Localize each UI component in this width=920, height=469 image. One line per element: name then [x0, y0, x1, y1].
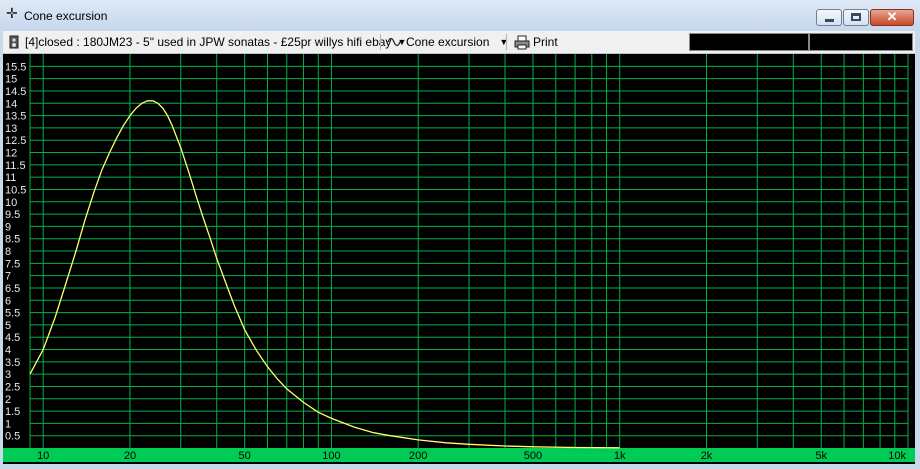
- x-tick-label: 500: [524, 450, 542, 462]
- toolbar-divider: [380, 34, 381, 50]
- window-controls: ✕: [815, 9, 914, 26]
- maximize-button[interactable]: [843, 9, 869, 26]
- view-label: Cone excursion: [406, 35, 490, 49]
- y-tick-label: 11: [5, 172, 16, 184]
- x-tick-label: 50: [239, 450, 251, 462]
- y-tick-label: 3.5: [5, 357, 20, 369]
- y-tick-label: 13: [5, 123, 17, 135]
- toolbar-divider: [506, 34, 507, 50]
- x-tick-label: 20: [124, 450, 136, 462]
- y-tick-label: 15: [5, 74, 17, 86]
- x-tick-label: 100: [322, 450, 340, 462]
- project-dropdown[interactable]: [4]closed : 180JM23 - 5" used in JPW son…: [9, 31, 406, 53]
- title-bar: ✛ Cone excursion ✕: [0, 0, 920, 30]
- y-tick-label: 4: [5, 345, 11, 357]
- window-title: Cone excursion: [24, 9, 108, 23]
- maximize-icon: [851, 13, 861, 21]
- y-tick-label: 12.5: [5, 135, 26, 147]
- close-icon: ✕: [886, 9, 898, 24]
- y-tick-label: 1.5: [5, 406, 20, 418]
- minimize-icon: [825, 19, 834, 22]
- y-tick-label: 5: [5, 320, 11, 332]
- y-tick-label: 14: [5, 98, 17, 110]
- y-tick-label: 4.5: [5, 332, 20, 344]
- x-tick-label: 10k: [888, 450, 906, 462]
- view-dropdown[interactable]: Cone excursion ▼: [387, 31, 508, 53]
- x-tick-label: 1k: [614, 450, 626, 462]
- waveform-icon: [387, 37, 402, 47]
- y-tick-label: 7.5: [5, 258, 20, 270]
- y-tick-label: 9.5: [5, 209, 20, 221]
- x-tick-label: 200: [409, 450, 427, 462]
- y-tick-label: 10.5: [5, 184, 26, 196]
- y-tick-label: 6: [5, 295, 11, 307]
- crosshair-icon: ✛: [6, 5, 18, 21]
- cone-excursion-chart: 0.511.522.533.544.555.566.577.588.599.51…: [3, 54, 915, 462]
- readout-box-right: [809, 33, 913, 51]
- y-tick-label: 13.5: [5, 111, 26, 123]
- print-button[interactable]: Print: [514, 31, 558, 53]
- y-tick-label: 8: [5, 246, 11, 258]
- toolbar: [4]closed : 180JM23 - 5" used in JPW son…: [3, 31, 915, 54]
- y-tick-label: 15.5: [5, 61, 26, 73]
- y-tick-label: 5.5: [5, 308, 20, 320]
- y-tick-label: 10: [5, 197, 17, 209]
- y-tick-label: 6.5: [5, 283, 20, 295]
- minimize-button[interactable]: [816, 9, 842, 26]
- x-axis-band: [3, 448, 915, 462]
- close-button[interactable]: ✕: [870, 9, 914, 26]
- y-tick-label: 1: [5, 418, 11, 430]
- project-label: [4]closed : 180JM23 - 5" used in JPW son…: [25, 35, 392, 49]
- y-tick-label: 2.5: [5, 381, 20, 393]
- y-tick-label: 8.5: [5, 234, 20, 246]
- x-tick-label: 10: [37, 450, 49, 462]
- y-tick-label: 11.5: [5, 160, 26, 172]
- chart-area: 0.5 1 1.5 2 2.5 3 3.5 4 4.5 5 5.5 6 6.5 7 7.5 8 8.5 9 9.5 1…: [3, 54, 915, 464]
- y-tick-label: 2: [5, 394, 11, 406]
- x-tick-label: 5k: [815, 450, 827, 462]
- readout-box-left: [689, 33, 809, 51]
- speaker-box-icon: [9, 35, 19, 49]
- print-label: Print: [533, 35, 558, 49]
- y-tick-label: 7: [5, 271, 11, 283]
- y-tick-label: 0.5: [5, 431, 20, 443]
- y-tick-label: 9: [5, 221, 11, 233]
- printer-icon: [514, 35, 530, 49]
- y-tick-label: 14.5: [5, 86, 26, 98]
- y-tick-label: 3: [5, 369, 11, 381]
- x-tick-label: 2k: [701, 450, 713, 462]
- y-tick-label: 12: [5, 148, 17, 160]
